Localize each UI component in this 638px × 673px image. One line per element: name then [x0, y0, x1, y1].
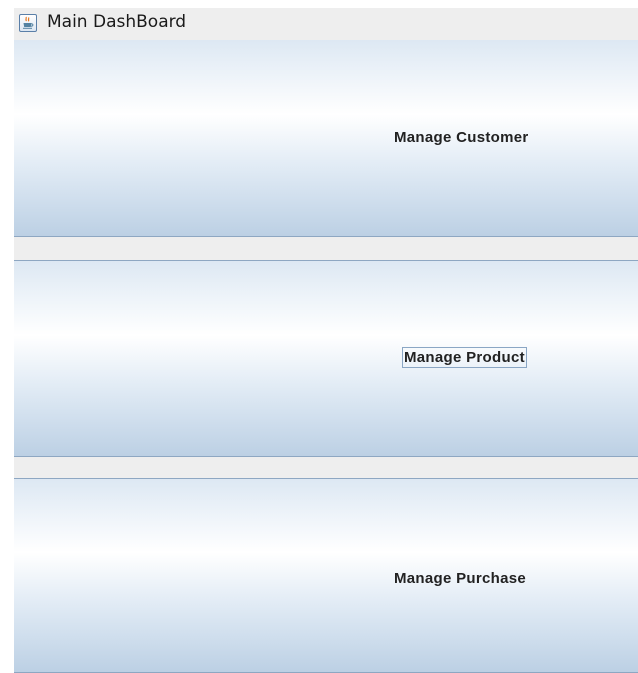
manage-product-label: Manage Product: [402, 347, 527, 368]
window-title: Main DashBoard: [47, 12, 187, 32]
manage-customer-button[interactable]: Manage Customer: [14, 40, 638, 237]
main-window: Main DashBoard Manage Customer Manage Pr…: [14, 8, 638, 673]
manage-product-button[interactable]: Manage Product: [14, 260, 638, 457]
java-coffee-cup-icon[interactable]: [19, 14, 37, 32]
manage-purchase-button[interactable]: Manage Purchase: [14, 478, 638, 673]
window-titlebar[interactable]: Main DashBoard: [14, 8, 638, 39]
manage-purchase-label: Manage Purchase: [394, 570, 527, 587]
manage-customer-label: Manage Customer: [394, 129, 529, 146]
